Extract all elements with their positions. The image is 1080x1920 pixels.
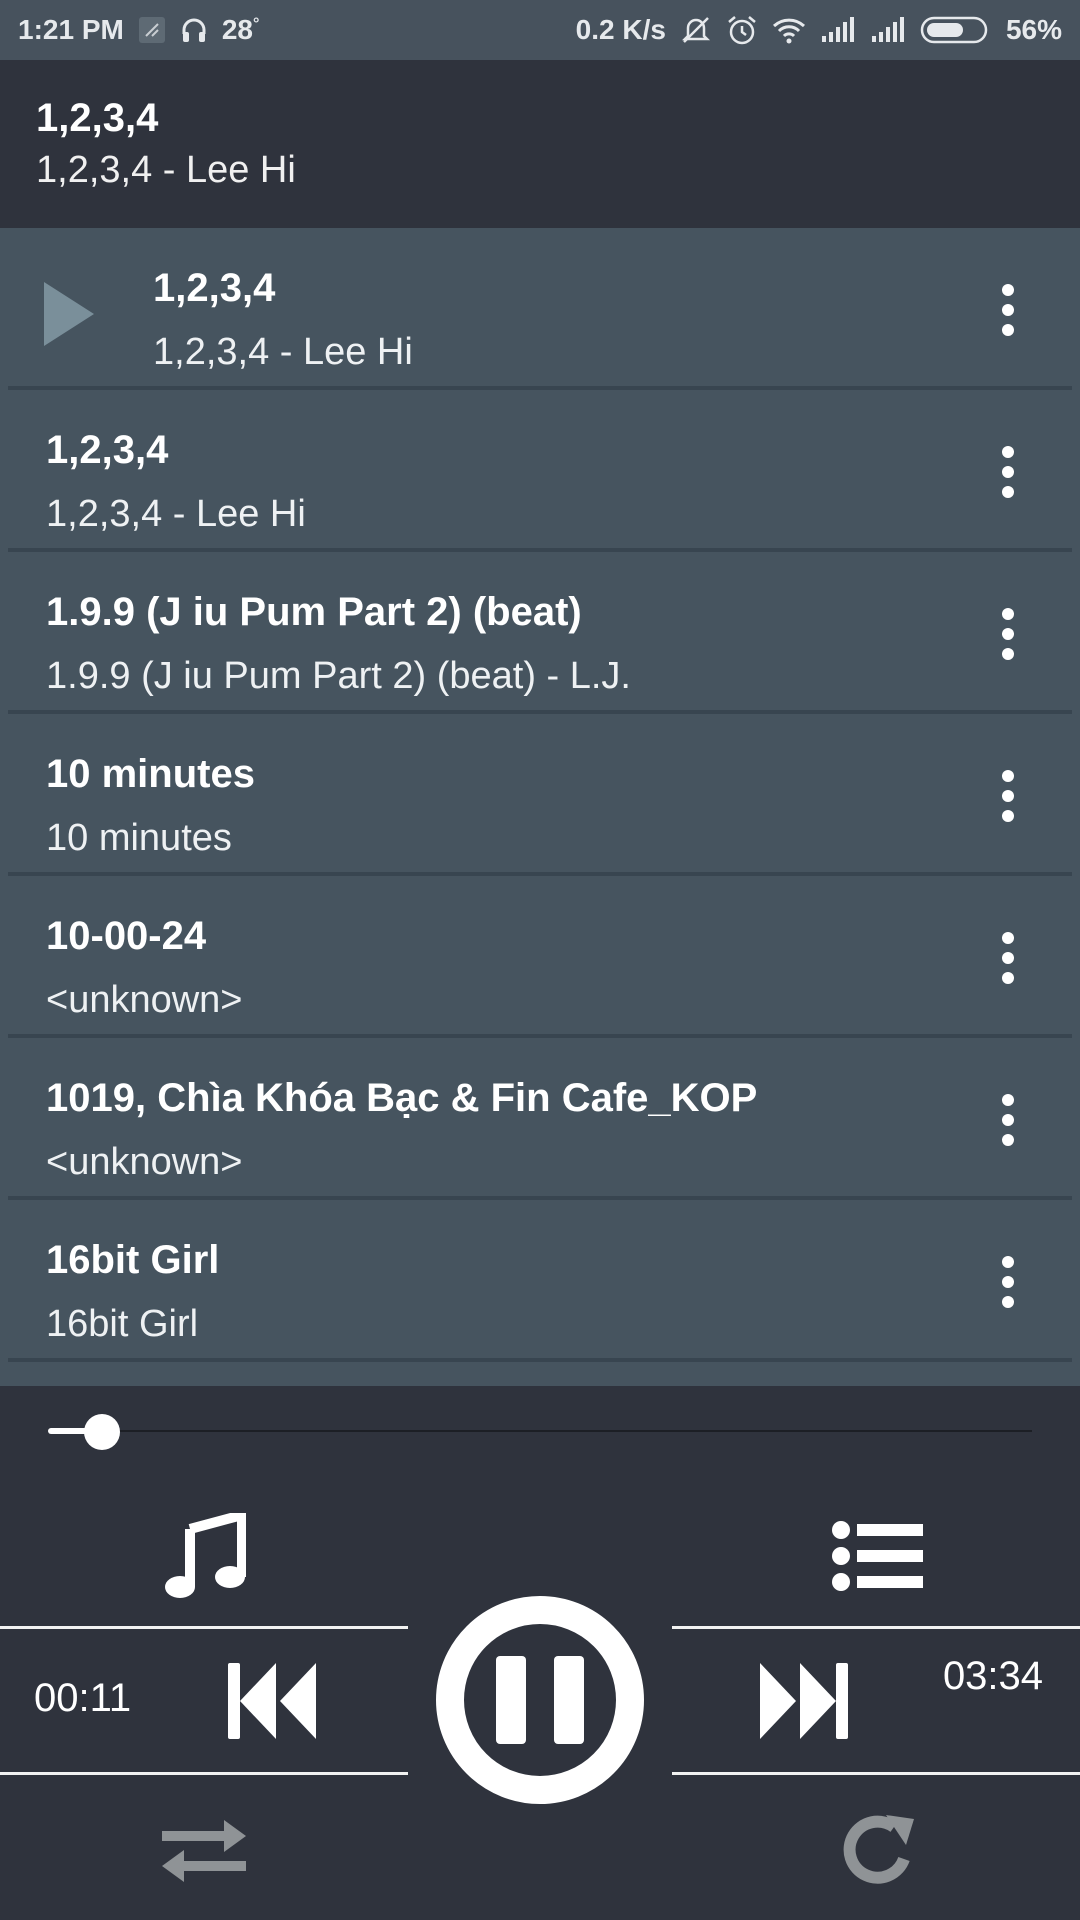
more-options-icon[interactable] (1002, 1094, 1014, 1146)
divider (0, 1772, 408, 1775)
track-subtitle: <unknown> (46, 1141, 243, 1183)
track-subtitle: <unknown> (46, 979, 243, 1021)
repeat-icon[interactable] (830, 1806, 926, 1896)
player-controls: 00:11 03:34 (0, 1506, 1080, 1920)
mute-icon (680, 14, 712, 46)
status-bar: 1:21 PM 28° 0.2 K/s 56% (0, 0, 1080, 60)
track-row[interactable]: 1,2,3,4 1,2,3,4 - Lee Hi (8, 390, 1072, 552)
track-subtitle: 1,2,3,4 - Lee Hi (46, 493, 306, 535)
now-playing-header[interactable]: 1,2,3,4 1,2,3,4 - Lee Hi (0, 60, 1080, 228)
music-note-icon[interactable] (160, 1506, 250, 1606)
elapsed-time: 00:11 (34, 1676, 132, 1720)
track-title: 1,2,3,4 (46, 428, 169, 472)
pause-button[interactable] (436, 1596, 644, 1804)
shuffle-icon[interactable] (156, 1806, 252, 1896)
pause-icon (436, 1596, 644, 1804)
now-playing-title: 1,2,3,4 (36, 96, 159, 140)
track-title: 1019, Chìa Khóa Bạc & Fin Cafe_KOP (46, 1076, 758, 1120)
track-row[interactable]: 10-00-24 <unknown> (8, 876, 1072, 1038)
more-options-icon[interactable] (1002, 1256, 1014, 1308)
track-row[interactable]: 1.9.9 (J iu Pum Part 2) (beat) 1.9.9 (J … (8, 552, 1072, 714)
signal-icon (820, 16, 856, 44)
track-subtitle: 16bit Girl (46, 1303, 199, 1345)
track-title: 1.9.9 (J iu Pum Part 2) (beat) (46, 590, 582, 634)
seek-bar-area (0, 1386, 1080, 1506)
track-subtitle: 1.9.9 (J iu Pum Part 2) (beat) - L.J. (46, 655, 631, 697)
track-subtitle: 10 minutes (46, 817, 232, 859)
track-row[interactable]: 1,2,3,4 1,2,3,4 - Lee Hi (8, 228, 1072, 390)
play-indicator-icon (44, 282, 94, 346)
headphones-icon (180, 16, 208, 44)
seek-thumb[interactable] (84, 1414, 121, 1450)
battery-icon (920, 15, 992, 45)
track-subtitle: 1,2,3,4 - Lee Hi (153, 331, 413, 373)
track-title: 1,2,3,4 (153, 266, 276, 310)
wifi-icon (772, 16, 806, 44)
track-title: 10-00-24 (46, 914, 207, 958)
now-playing-subtitle: 1,2,3,4 - Lee Hi (36, 149, 296, 191)
divider (0, 1626, 408, 1629)
alarm-icon (726, 14, 758, 46)
next-button[interactable] (756, 1656, 852, 1746)
more-options-icon[interactable] (1002, 932, 1014, 984)
status-net-speed: 0.2 K/s (575, 14, 666, 45)
skip-next-icon (760, 1663, 848, 1739)
status-temperature: 28° (221, 14, 260, 45)
track-row[interactable]: 1019, Chìa Khóa Bạc & Fin Cafe_KOP <unkn… (8, 1038, 1072, 1200)
divider (672, 1626, 1080, 1629)
skip-previous-icon (228, 1663, 316, 1739)
total-duration: 03:34 (942, 1654, 1044, 1698)
signal-icon (870, 16, 906, 44)
more-options-icon[interactable] (1002, 608, 1014, 660)
more-options-icon[interactable] (1002, 770, 1014, 822)
divider (672, 1772, 1080, 1775)
track-row[interactable]: 10 minutes 10 minutes (8, 714, 1072, 876)
track-title: 10 minutes (46, 752, 255, 796)
track-list[interactable]: 1,2,3,4 1,2,3,4 - Lee Hi 1,2,3,4 1,2,3,4… (0, 228, 1080, 1386)
track-title: 16bit Girl (46, 1238, 220, 1282)
more-options-icon[interactable] (1002, 446, 1014, 498)
playlist-icon[interactable] (828, 1506, 928, 1606)
app-icon (138, 16, 166, 44)
previous-button[interactable] (224, 1656, 320, 1746)
status-time: 1:21 PM (18, 14, 124, 45)
track-row[interactable]: 16bit Girl 16bit Girl (8, 1200, 1072, 1362)
more-options-icon[interactable] (1002, 284, 1014, 336)
seek-track[interactable] (48, 1430, 1032, 1432)
battery-level: 56% (1005, 14, 1062, 45)
